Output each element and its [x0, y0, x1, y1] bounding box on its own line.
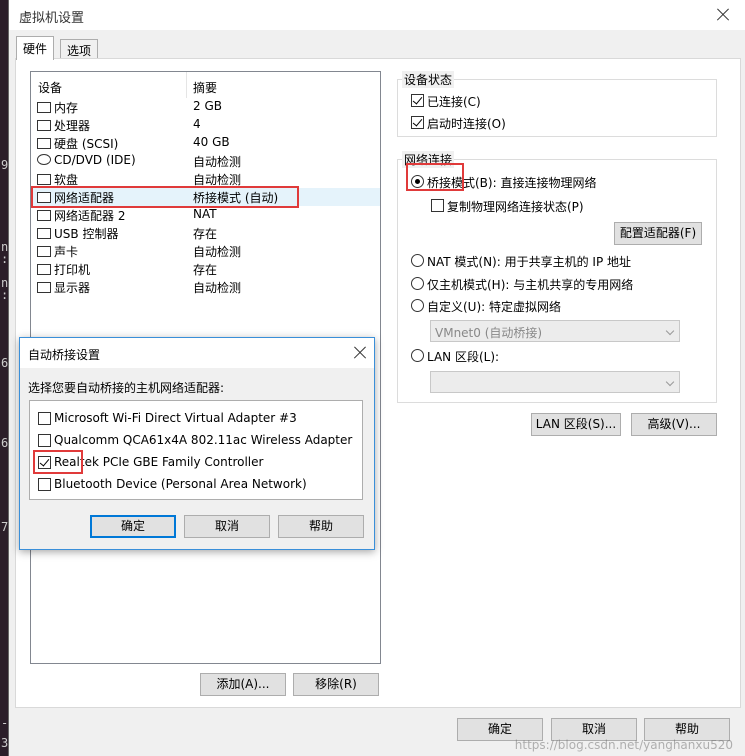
device-summary: 自动检测: [193, 173, 242, 187]
dialog-cancel-button[interactable]: 取消: [184, 515, 270, 538]
tab-hardware[interactable]: 硬件: [16, 36, 55, 60]
window-title: 虚拟机设置: [19, 11, 85, 26]
usb-icon: [37, 228, 51, 239]
device-row[interactable]: 打印机 存在: [31, 260, 380, 278]
device-name: 声卡: [54, 245, 79, 259]
network-connection-title: 网络连接: [402, 151, 455, 168]
device-name: 硬盘 (SCSI): [54, 137, 119, 151]
nat-label: NAT 模式(N): 用于共享主机的 IP 地址: [427, 255, 632, 269]
network-adapter-icon: [37, 192, 51, 203]
connected-label: 已连接(C): [427, 95, 481, 109]
auto-bridging-dialog: 自动桥接设置 选择您要自动桥接的主机网络适配器: Microsoft Wi-Fi…: [19, 337, 375, 550]
lan-segments-button[interactable]: LAN 区段(S)...: [531, 413, 621, 436]
device-row[interactable]: 显示器 自动检测: [31, 278, 380, 296]
close-icon[interactable]: [711, 3, 735, 27]
device-row[interactable]: 软盘 自动检测: [31, 170, 380, 188]
connected-checkbox[interactable]: [411, 94, 424, 107]
device-row[interactable]: USB 控制器 存在: [31, 224, 380, 242]
replicate-state-label: 复制物理网络连接状态(P): [447, 200, 584, 214]
adapter-label: Realtek PCIe GBE Family Controller: [54, 455, 264, 469]
adapter-checkbox-realtek[interactable]: [38, 456, 51, 469]
bridged-radio[interactable]: [411, 175, 424, 188]
device-name: 软盘: [54, 173, 79, 187]
adapter-checkbox[interactable]: [38, 412, 51, 425]
lan-segment-radio[interactable]: [411, 349, 424, 362]
device-name: CD/DVD (IDE): [54, 153, 136, 167]
cd-dvd-icon: [37, 154, 51, 165]
printer-icon: [37, 264, 51, 275]
dialog-title-bar: 自动桥接设置: [20, 338, 374, 368]
device-summary: 40 GB: [193, 135, 230, 149]
device-row[interactable]: 处理器 4: [31, 116, 380, 134]
lan-segment-select[interactable]: [430, 371, 680, 393]
add-device-button[interactable]: 添加(A)...: [200, 673, 286, 696]
memory-icon: [37, 102, 51, 113]
device-name: 网络适配器 2: [54, 209, 126, 223]
adapter-checkbox[interactable]: [38, 434, 51, 447]
device-name: 内存: [54, 101, 79, 115]
advanced-button[interactable]: 高级(V)...: [631, 413, 717, 436]
adapter-label: Bluetooth Device (Personal Area Network): [54, 477, 307, 491]
configure-adapters-button[interactable]: 配置适配器(F): [614, 222, 702, 245]
display-icon: [37, 282, 51, 293]
bridged-label: 桥接模式(B): 直接连接物理网络: [427, 176, 597, 190]
chevron-down-icon: [665, 377, 675, 387]
device-summary: 自动检测: [193, 155, 242, 169]
watermark: https://blog.csdn.net/yanghanxu520: [514, 738, 733, 752]
device-name: 显示器: [54, 281, 91, 295]
device-summary: 自动检测: [193, 281, 242, 295]
network-adapter-icon: [37, 210, 51, 221]
sound-icon: [37, 246, 51, 257]
custom-network-select[interactable]: VMnet0 (自动桥接): [430, 320, 680, 342]
device-summary: 自动检测: [193, 245, 242, 259]
dialog-ok-button[interactable]: 确定: [90, 515, 176, 538]
adapter-checkbox[interactable]: [38, 478, 51, 491]
dialog-title: 自动桥接设置: [28, 348, 101, 362]
replicate-state-checkbox[interactable]: [431, 199, 444, 212]
connect-at-power-on-checkbox[interactable]: [411, 116, 424, 129]
device-row[interactable]: CD/DVD (IDE) 自动检测: [31, 152, 380, 170]
device-summary: 4: [193, 117, 201, 131]
remove-device-button[interactable]: 移除(R): [293, 673, 379, 696]
host-only-radio[interactable]: [411, 277, 424, 290]
dialog-prompt: 选择您要自动桥接的主机网络适配器:: [28, 381, 225, 395]
chevron-down-icon: [665, 326, 675, 336]
hard-disk-icon: [37, 138, 51, 149]
lan-segment-label: LAN 区段(L):: [427, 350, 500, 364]
device-summary: 桥接模式 (自动): [193, 191, 279, 205]
device-status-title: 设备状态: [402, 71, 455, 88]
device-name: USB 控制器: [54, 227, 119, 241]
device-row[interactable]: 网络适配器 2 NAT: [31, 206, 380, 224]
column-device: 设备: [38, 81, 63, 95]
device-summary: 存在: [193, 263, 218, 277]
custom-label: 自定义(U): 特定虚拟网络: [427, 300, 562, 314]
device-name: 打印机: [54, 263, 91, 277]
adapter-label: Microsoft Wi-Fi Direct Virtual Adapter #…: [54, 411, 297, 425]
adapter-list: Microsoft Wi-Fi Direct Virtual Adapter #…: [29, 400, 363, 500]
list-header: 设备 摘要: [31, 72, 380, 98]
host-only-label: 仅主机模式(H): 与主机共享的专用网络: [427, 278, 634, 292]
floppy-icon: [37, 174, 51, 185]
device-row[interactable]: 内存 2 GB: [31, 98, 380, 116]
close-icon[interactable]: [348, 341, 372, 365]
device-summary: NAT: [193, 207, 217, 221]
device-name: 网络适配器: [54, 191, 115, 205]
device-summary: 2 GB: [193, 99, 222, 113]
device-row[interactable]: 声卡 自动检测: [31, 242, 380, 260]
adapter-label: Qualcomm QCA61x4A 802.11ac Wireless Adap…: [54, 433, 353, 447]
device-row[interactable]: 硬盘 (SCSI) 40 GB: [31, 134, 380, 152]
cpu-icon: [37, 120, 51, 131]
custom-network-value: VMnet0 (自动桥接): [435, 326, 543, 340]
vm-settings-window: 虚拟机设置 硬件 选项 设备 摘要 内存 2 GB 处理器 4 硬盘 (SCSI) 4…: [8, 0, 745, 756]
connect-at-power-on-label: 启动时连接(O): [427, 117, 506, 131]
title-bar: 虚拟机设置: [9, 0, 745, 30]
dialog-help-button[interactable]: 帮助: [278, 515, 364, 538]
device-name: 处理器: [54, 119, 91, 133]
device-row-network-adapter[interactable]: 网络适配器 桥接模式 (自动): [31, 188, 380, 206]
custom-radio[interactable]: [411, 299, 424, 312]
tab-options[interactable]: 选项: [60, 39, 99, 59]
nat-radio[interactable]: [411, 254, 424, 267]
column-summary: 摘要: [193, 81, 218, 95]
device-summary: 存在: [193, 227, 218, 241]
